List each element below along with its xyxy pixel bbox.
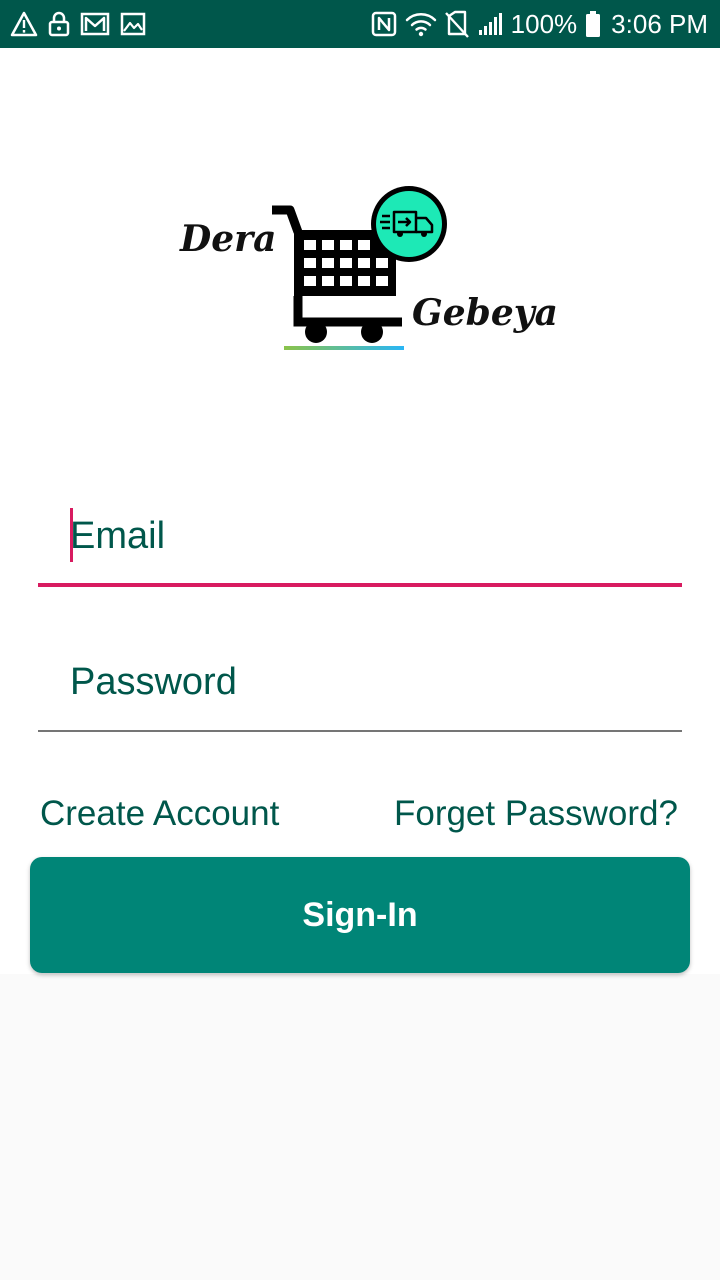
wifi-icon (405, 13, 436, 37)
status-bar: 100% 3:06 PM (0, 0, 720, 48)
signal-icon (478, 13, 502, 35)
image-icon (120, 12, 146, 36)
create-account-link[interactable]: Create Account (40, 794, 279, 834)
password-underline (38, 730, 682, 732)
text-cursor (70, 508, 73, 562)
password-input[interactable] (38, 646, 682, 718)
sign-in-button[interactable]: Sign-In (30, 857, 690, 973)
warning-icon (10, 11, 38, 37)
no-sim-icon (444, 10, 469, 38)
status-left-icons (10, 10, 146, 38)
logo-word-gebeya: Gebeya (412, 292, 558, 334)
password-field[interactable] (38, 646, 682, 718)
email-underline (38, 583, 682, 587)
forget-password-link[interactable]: Forget Password? (394, 794, 678, 834)
app-logo: Dera Gebeya (176, 180, 558, 356)
gmail-icon (80, 12, 110, 36)
status-time: 3:06 PM (611, 9, 708, 39)
battery-percent: 100% (510, 9, 578, 39)
nfc-icon (371, 11, 396, 37)
email-input[interactable] (38, 500, 682, 572)
status-right-icons: 100% 3:06 PM (371, 8, 708, 40)
lock-icon (48, 11, 70, 37)
battery-icon (586, 11, 601, 37)
email-field[interactable] (38, 500, 682, 572)
